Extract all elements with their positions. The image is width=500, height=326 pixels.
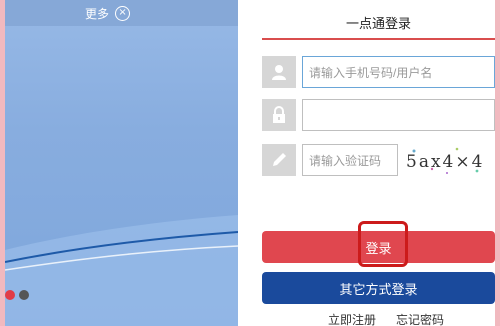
slide-dot-active[interactable]: [5, 290, 15, 300]
forgot-password-link[interactable]: 忘记密码: [396, 311, 444, 326]
register-link[interactable]: 立即注册: [328, 311, 376, 326]
user-icon: [262, 56, 296, 88]
banner-wave-graphic: [5, 215, 238, 326]
captcha-text: 5ax4×4: [406, 152, 484, 172]
login-title: 一点通登录: [345, 16, 411, 31]
password-input[interactable]: [302, 99, 495, 131]
slide-dot[interactable]: [19, 290, 29, 300]
title-divider: [262, 38, 495, 40]
lock-icon: [262, 99, 296, 131]
page-frame: 更多 × 一点通登录 请输入手机号码/用户名 请输入验证码 5ax4×4 登录 …: [0, 0, 500, 326]
captcha-image[interactable]: 5ax4×4: [402, 143, 495, 177]
captcha-placeholder: 请输入验证码: [309, 153, 382, 168]
username-input[interactable]: 请输入手机号码/用户名: [302, 56, 495, 88]
login-highlight-box: [358, 221, 408, 267]
other-login-button-label: 其它方式登录: [339, 281, 418, 297]
pencil-icon: [262, 144, 296, 176]
username-placeholder: 请输入手机号码/用户名: [309, 65, 433, 80]
slide-indicators: [5, 290, 29, 300]
other-login-button[interactable]: 其它方式登录: [262, 272, 495, 304]
captcha-input[interactable]: 请输入验证码: [302, 144, 398, 176]
promo-banner[interactable]: 更多 ×: [5, 0, 238, 326]
login-panel: 一点通登录 请输入手机号码/用户名 请输入验证码 5ax4×4 登录 其它方式登…: [262, 0, 495, 326]
